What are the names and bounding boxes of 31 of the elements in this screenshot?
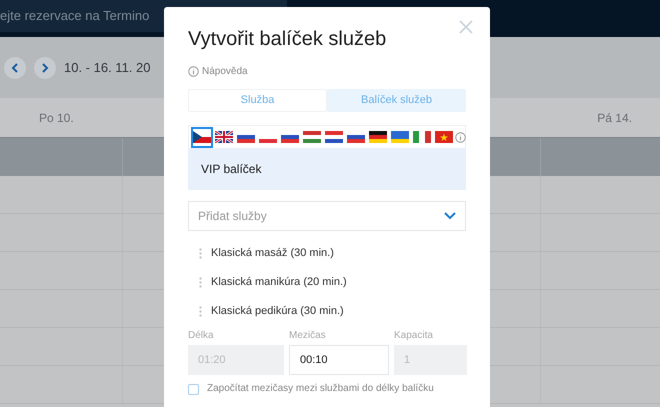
day-heading: Pá 14. — [597, 110, 632, 126]
language-flag[interactable] — [191, 126, 213, 148]
info-icon — [455, 132, 466, 142]
next-button[interactable] — [34, 56, 56, 78]
field-label: Mezičas — [289, 330, 327, 342]
package-name-field[interactable]: VIP balíček — [188, 148, 466, 190]
chevron-down-icon — [444, 212, 456, 220]
dialog-title: Vytvořit balíček služeb — [188, 27, 388, 52]
service-item: Klasická manikúra (20 min.) — [211, 275, 347, 290]
close-icon — [459, 20, 473, 34]
service-item: Klasická pedikúra (30 min.) — [211, 304, 344, 320]
tab[interactable]: Služba — [188, 89, 327, 112]
previous-button[interactable] — [4, 56, 26, 78]
add-services-dropdown[interactable]: Přidat služby — [188, 201, 466, 231]
drag-handle-icon[interactable] — [199, 306, 202, 317]
input-field[interactable]: 00:10 — [289, 345, 389, 375]
field-label: Délka — [188, 330, 215, 342]
tab[interactable]: Balíček služeb — [327, 89, 466, 112]
checkbox[interactable] — [188, 384, 199, 394]
help-link[interactable]: Nápověda — [188, 64, 248, 79]
chevron-right-icon — [41, 62, 49, 72]
chevron-left-icon — [11, 62, 19, 72]
info-icon — [188, 66, 199, 77]
banner-text: ejte rezervace na Termino — [0, 7, 150, 26]
drag-handle-icon[interactable] — [199, 277, 202, 288]
field-label: Kapacita — [394, 330, 434, 342]
date-range: 10. - 16. 11. 20 — [64, 58, 150, 77]
drag-handle-icon[interactable] — [199, 248, 202, 259]
service-item: Klasická masáž (30 min.) — [211, 246, 334, 262]
day-heading: Po 10. — [39, 110, 74, 126]
checkbox-label: Započítat mezičasy mezi službami do délky balíčku — [207, 383, 434, 395]
